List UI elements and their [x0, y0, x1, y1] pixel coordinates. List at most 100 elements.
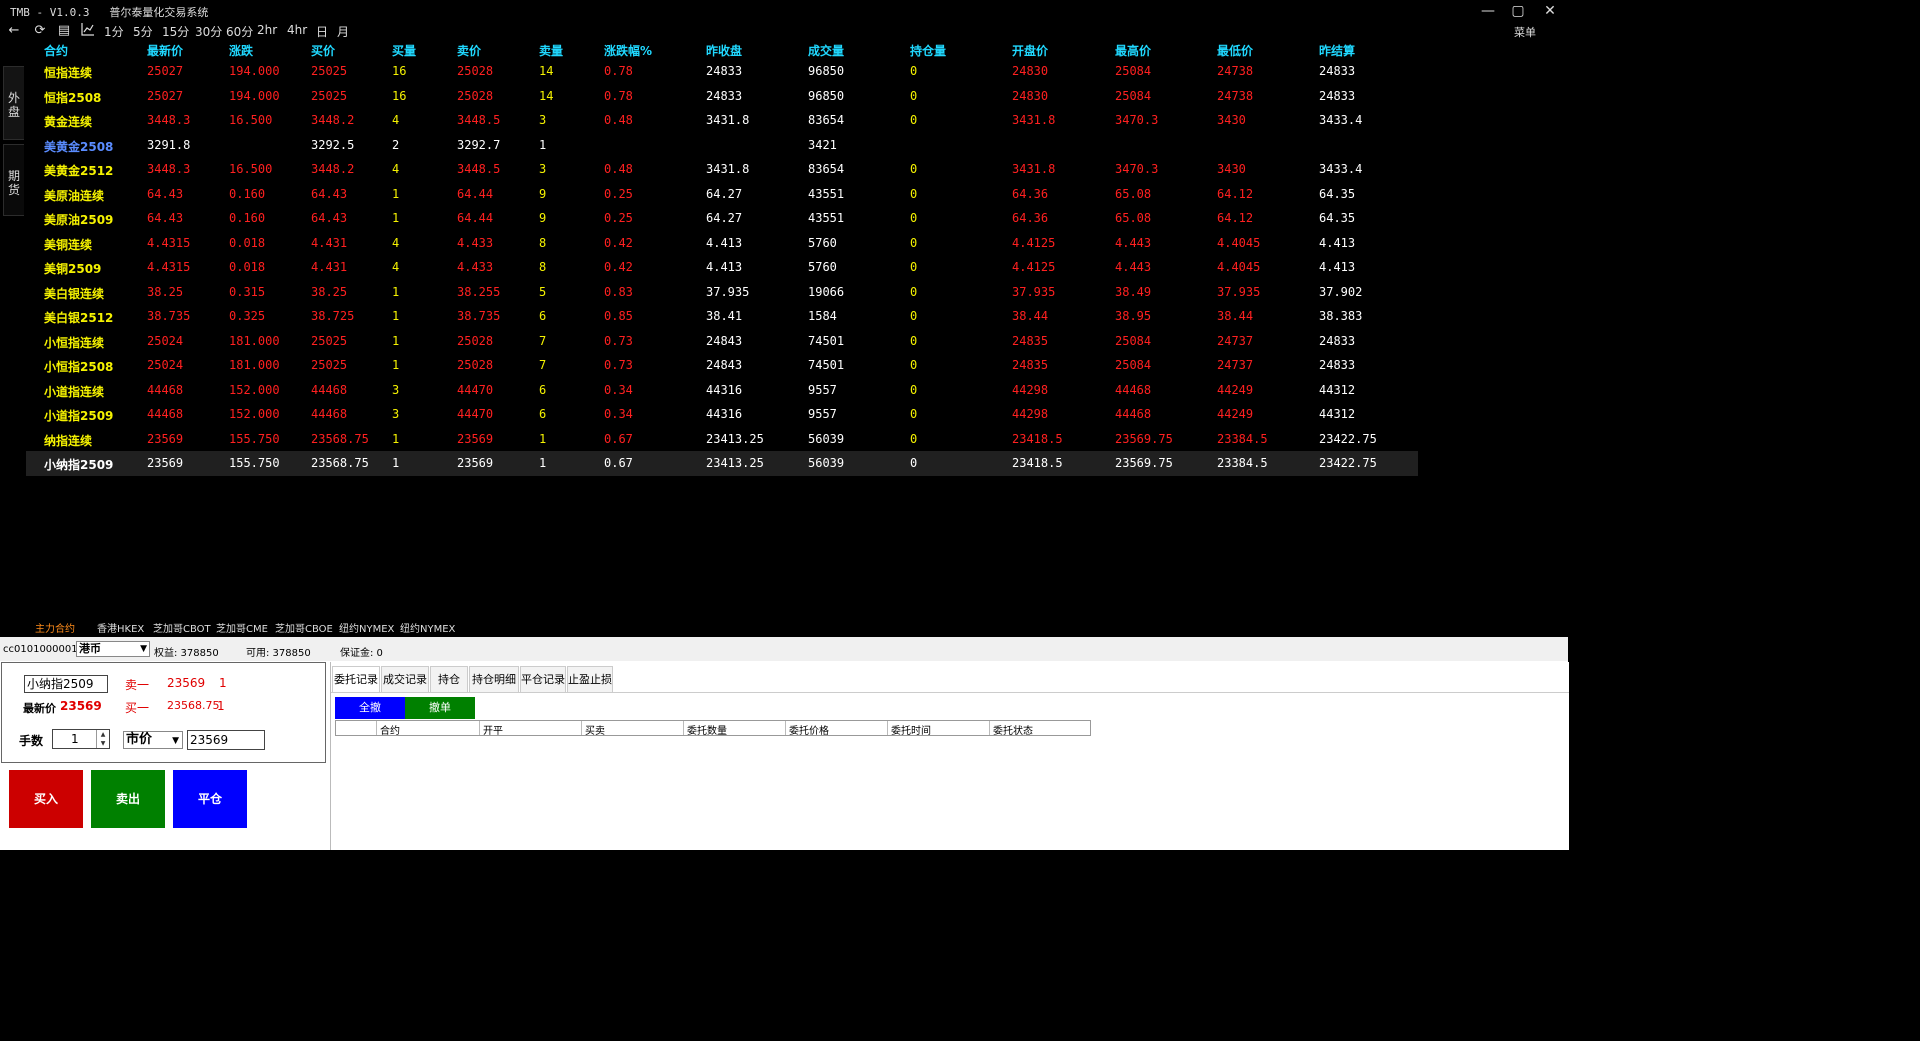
period-15m[interactable]: 15分	[162, 23, 189, 40]
close-position-button[interactable]: 平仓	[173, 770, 247, 828]
tab-hkex[interactable]: 香港HKEX	[97, 620, 144, 635]
tab-cme[interactable]: 芝加哥CME	[216, 620, 268, 635]
cell-ask-qty: 6	[539, 309, 547, 323]
quote-row[interactable]: 美原油连续 64.43 0.160 64.43 1 64.44 9 0.25 64.27 4355…	[26, 182, 1418, 207]
cancel-all-button[interactable]: 全撤	[335, 697, 405, 719]
quote-row[interactable]: 美白银连续 38.25 0.315 38.25 1 38.255 5 0.83 37.935 19…	[26, 280, 1418, 305]
quote-row[interactable]: 美铜2509 4.4315 0.018 4.431 4 4.433 8 0.42 4.413 57…	[26, 255, 1418, 280]
tab-nymex-2[interactable]: 纽约NYMEX	[400, 620, 455, 635]
price-input[interactable]: 23569	[187, 730, 265, 750]
quote-row[interactable]: 美铜连续 4.4315 0.018 4.431 4 4.433 8 0.42 4.413 5760…	[26, 231, 1418, 256]
period-month[interactable]: 月	[337, 23, 349, 40]
col-header-bid-qty[interactable]: 买量	[392, 42, 416, 59]
account-bar: cc0101000001 港币 ▼ 权益: 378850 可用: 378850 …	[0, 637, 1568, 661]
quote-row[interactable]: 小恒指连续 25024 181.000 25025 1 25028 7 0.73 24843 74…	[26, 329, 1418, 354]
col-header-bid[interactable]: 买价	[311, 42, 335, 59]
quote-row[interactable]: 小恒指2508 25024 181.000 25025 1 25028 7 0.73 24843…	[26, 353, 1418, 378]
tab-close-records[interactable]: 平仓记录	[520, 666, 566, 692]
minimize-icon[interactable]: —	[1474, 1, 1502, 21]
cell-change-pct: 0.73	[604, 358, 633, 372]
col-header-change-pct[interactable]: 涨跌幅%	[604, 42, 652, 59]
buy-button[interactable]: 买入	[9, 770, 83, 828]
col-header-ask[interactable]: 卖价	[457, 42, 481, 59]
tab-main-contracts[interactable]: 主力合约	[35, 620, 75, 635]
period-4hr[interactable]: 4hr	[287, 23, 307, 37]
cell-prev-close: 38.41	[706, 309, 743, 323]
quote-row[interactable]: 美白银2512 38.735 0.325 38.725 1 38.735 6 0.85 38.4…	[26, 304, 1418, 329]
col-contract[interactable]: 合约	[380, 722, 400, 737]
cell-ask: 25028	[457, 358, 494, 372]
tab-stop-profit-loss[interactable]: 止盈止损	[567, 666, 613, 692]
tab-cboe[interactable]: 芝加哥CBOE	[275, 620, 333, 635]
quote-row[interactable]: 小道指连续 44468 152.000 44468 3 44470 6 0.34 44316 95…	[26, 378, 1418, 403]
col-header-prev-close[interactable]: 昨收盘	[706, 42, 742, 59]
period-30m[interactable]: 30分	[195, 23, 222, 40]
tab-nymex-1[interactable]: 纽约NYMEX	[339, 620, 394, 635]
col-header-last[interactable]: 最新价	[147, 42, 183, 59]
tab-futures[interactable]: 期货	[3, 144, 24, 216]
period-1m[interactable]: 1分	[104, 23, 124, 40]
cell-bid-qty: 4	[392, 113, 400, 127]
spinner-arrows-icon[interactable]: ▲ ▼	[96, 730, 109, 748]
quote-row[interactable]: 美原油2509 64.43 0.160 64.43 1 64.44 9 0.25 64.27 43…	[26, 206, 1418, 231]
back-arrow-icon[interactable]: ←	[5, 22, 23, 40]
col-header-ask-qty[interactable]: 卖量	[539, 42, 563, 59]
col-order-time[interactable]: 委托时间	[891, 722, 931, 737]
cell-contract: 美原油2509	[44, 213, 114, 227]
tab-cbot[interactable]: 芝加哥CBOT	[153, 620, 211, 635]
chart-line-icon[interactable]	[79, 22, 97, 40]
cancel-order-button[interactable]: 撤单	[405, 697, 475, 719]
quote-row[interactable]: 美黄金2508 3291.8 3292.5 2 3292.7 1 3421	[26, 133, 1418, 158]
col-header-volume[interactable]: 成交量	[808, 42, 844, 59]
tab-overseas[interactable]: 外盘	[3, 66, 24, 140]
period-day[interactable]: 日	[316, 23, 328, 40]
tab-orders[interactable]: 委托记录	[332, 666, 380, 692]
maximize-icon[interactable]: ▢	[1504, 1, 1532, 21]
window-title: TMB - V1.0.3 普尔泰量化交易系统	[10, 6, 209, 19]
col-header-open[interactable]: 开盘价	[1012, 42, 1048, 59]
quote-row[interactable]: 黄金连续 3448.3 16.500 3448.2 4 3448.5 3 0.48 3431.8…	[26, 108, 1418, 133]
quote-row[interactable]: 恒指2508 25027 194.000 25025 16 25028 14 0.78 2483…	[26, 84, 1418, 109]
period-60m[interactable]: 60分	[226, 23, 253, 40]
quote-row[interactable]: 纳指连续 23569 155.750 23568.75 1 23569 1 0.67 23413…	[26, 427, 1418, 452]
tab-trades[interactable]: 成交记录	[381, 666, 429, 692]
col-header-open-interest[interactable]: 持仓量	[910, 42, 946, 59]
col-open-close[interactable]: 开平	[483, 722, 503, 737]
close-icon[interactable]: ✕	[1536, 1, 1564, 21]
col-header-change[interactable]: 涨跌	[229, 42, 253, 59]
col-header-prev-settle[interactable]: 昨结算	[1319, 42, 1355, 59]
cell-bid-qty: 16	[392, 64, 407, 78]
col-order-qty[interactable]: 委托数量	[687, 722, 727, 737]
currency-select[interactable]: 港币 ▼	[76, 641, 150, 657]
col-header-low[interactable]: 最低价	[1217, 42, 1253, 59]
cell-change-pct: 0.25	[604, 211, 633, 225]
cell-last: 38.735	[147, 309, 191, 323]
cell-change-pct: 0.67	[604, 456, 633, 470]
tab-position-detail[interactable]: 持仓明细	[469, 666, 519, 692]
quote-row[interactable]: 恒指连续 25027 194.000 25025 16 25028 14 0.78 24833 9…	[26, 59, 1418, 84]
col-header-high[interactable]: 最高价	[1115, 42, 1151, 59]
col-side[interactable]: 买卖	[585, 722, 605, 737]
exchange-tabs: 主力合约 香港HKEX 芝加哥CBOT 芝加哥CME 芝加哥CBOE 纽约NYM…	[26, 615, 1568, 637]
period-2hr[interactable]: 2hr	[257, 23, 277, 37]
quantity-stepper[interactable]: 1 ▲ ▼	[52, 729, 110, 749]
menu-button[interactable]: 菜单	[1514, 24, 1536, 40]
price-type-select[interactable]: 市价 ▼	[123, 731, 183, 749]
cell-last: 64.43	[147, 211, 184, 225]
col-order-status[interactable]: 委托状态	[993, 722, 1033, 737]
col-header-contract[interactable]: 合约	[44, 42, 68, 59]
list-icon[interactable]: ▤	[55, 22, 73, 40]
quote-row[interactable]: 美黄金2512 3448.3 16.500 3448.2 4 3448.5 3 0.48 343…	[26, 157, 1418, 182]
refresh-icon[interactable]: ⟳	[31, 22, 49, 40]
sell-button[interactable]: 卖出	[91, 770, 165, 828]
tab-positions[interactable]: 持仓	[430, 666, 468, 692]
col-order-price[interactable]: 委托价格	[789, 722, 829, 737]
cell-ask-qty: 1	[539, 456, 547, 470]
period-5m[interactable]: 5分	[133, 23, 153, 40]
grid-divider	[887, 721, 888, 735]
quote-row[interactable]: 小纳指2509 23569 155.750 23568.75 1 23569 1 0.67 23…	[26, 451, 1418, 476]
quote-row[interactable]: 小道指2509 44468 152.000 44468 3 44470 6 0.34 44316…	[26, 402, 1418, 427]
symbol-field[interactable]: 小纳指2509	[24, 675, 108, 693]
cell-change: 181.000	[229, 333, 280, 348]
cell-contract: 美白银连续	[44, 286, 105, 301]
